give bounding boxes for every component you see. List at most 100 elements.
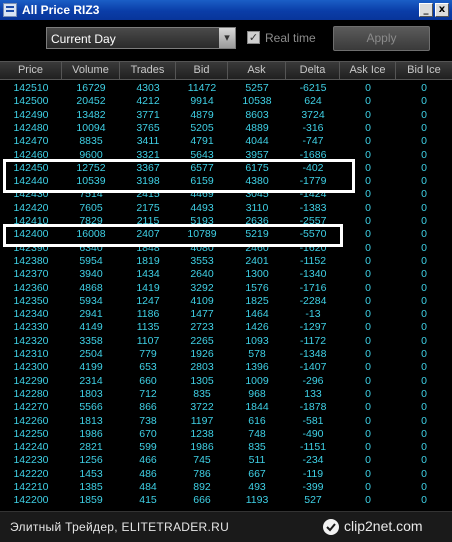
table-row[interactable]: 142250 1986 670 1238 748 -490 0 0 xyxy=(0,428,452,441)
cell-ask-ice: 0 xyxy=(365,268,371,281)
table-row[interactable]: 142280 1803 712 835 968 133 0 0 xyxy=(0,388,452,401)
table-row[interactable]: 142270 5566 866 3722 1844 -1878 0 0 xyxy=(0,401,452,414)
clip2net-logo-text: clip2net.com xyxy=(344,518,423,534)
cell-bid: 1986 xyxy=(190,441,214,454)
cell-bid-ice: 0 xyxy=(421,121,427,134)
cell-bid-ice: 0 xyxy=(421,334,427,347)
cell-trades: 1107 xyxy=(136,334,160,347)
table-row[interactable]: 142410 7829 2115 5193 2636 -2557 0 0 xyxy=(0,215,452,228)
table-row[interactable]: 142490 13482 3771 4879 8603 3724 0 0 xyxy=(0,109,452,122)
cell-ask: 511 xyxy=(248,454,266,467)
realtime-label: Real time xyxy=(265,31,316,45)
table-row[interactable]: 142220 1453 486 786 667 -119 0 0 xyxy=(0,468,452,481)
apply-button[interactable]: Apply xyxy=(333,26,430,51)
table-row[interactable]: 142500 20452 4212 9914 10538 624 0 0 xyxy=(0,95,452,108)
cell-delta: -1340 xyxy=(299,268,327,281)
cell-volume: 2314 xyxy=(79,374,103,387)
cell-price: 142280 xyxy=(13,387,49,400)
column-header-volume[interactable]: Volume xyxy=(62,62,120,79)
table-row[interactable]: 142400 16008 2407 10789 5219 -5570 0 0 xyxy=(0,228,452,241)
cell-delta: -1152 xyxy=(299,254,327,267)
table-row[interactable]: 142330 4149 1135 2723 1426 -1297 0 0 xyxy=(0,321,452,334)
cell-bid: 1926 xyxy=(190,348,214,360)
realtime-checkbox[interactable]: ✓ xyxy=(247,31,260,44)
cell-ask-ice: 0 xyxy=(365,441,371,454)
table-row[interactable]: 142480 10094 3765 5205 4889 -316 0 0 xyxy=(0,122,452,135)
table-row[interactable]: 142370 3940 1434 2640 1300 -1340 0 0 xyxy=(0,268,452,281)
cell-trades: 3411 xyxy=(136,135,160,148)
cell-delta: -234 xyxy=(302,454,324,467)
close-button[interactable]: x xyxy=(435,3,449,17)
table-row[interactable]: 142380 5954 1819 3553 2401 -1152 0 0 xyxy=(0,255,452,268)
table-row[interactable]: 142290 2314 660 1305 1009 -296 0 0 xyxy=(0,375,452,388)
footer-bar: Элитный Трейдер, ELITETRADER.RU clip2net… xyxy=(0,511,452,542)
cell-ask-ice: 0 xyxy=(365,215,371,227)
cell-delta: 3724 xyxy=(301,108,325,121)
column-header-bid[interactable]: Bid xyxy=(176,62,228,79)
cell-ask: 2401 xyxy=(245,254,269,267)
cell-ask: 5219 xyxy=(245,228,269,241)
cell-volume: 10539 xyxy=(76,175,106,188)
cell-trades: 712 xyxy=(139,387,157,400)
cell-ask-ice: 0 xyxy=(365,228,371,241)
table-row[interactable]: 142440 10539 3198 6159 4380 -1779 0 0 xyxy=(0,175,452,188)
cell-price: 142490 xyxy=(13,108,49,121)
column-header-trades[interactable]: Trades xyxy=(120,62,176,79)
table-row[interactable]: 142350 5934 1247 4109 1825 -2284 0 0 xyxy=(0,295,452,308)
table-row[interactable]: 142390 6340 1848 4080 2460 -1620 0 0 xyxy=(0,242,452,255)
cell-ask-ice: 0 xyxy=(365,95,371,108)
cell-bid: 5193 xyxy=(190,215,214,227)
cell-trades: 653 xyxy=(139,361,157,374)
cell-price: 142270 xyxy=(13,401,49,414)
table-row[interactable]: 142470 8835 3411 4791 4044 -747 0 0 xyxy=(0,135,452,148)
toolbar: Current Day ▾ ✓ Real time Apply xyxy=(0,20,452,60)
title-bar[interactable]: All Price RIZ3 _ x xyxy=(0,0,452,20)
cell-trades: 866 xyxy=(139,401,157,414)
cell-trades: 2115 xyxy=(136,215,160,227)
column-header-ask[interactable]: Ask xyxy=(228,62,286,79)
cell-ask: 3045 xyxy=(245,188,269,201)
cell-delta: -1383 xyxy=(299,201,327,214)
table-row[interactable]: 142320 3358 1107 2265 1093 -1172 0 0 xyxy=(0,335,452,348)
table-row[interactable]: 142460 9600 3321 5643 3957 -1686 0 0 xyxy=(0,149,452,162)
table-row[interactable]: 142260 1813 738 1197 616 -581 0 0 xyxy=(0,415,452,428)
cell-trades: 486 xyxy=(139,467,157,480)
minimize-button[interactable]: _ xyxy=(419,3,433,17)
cell-volume: 7829 xyxy=(79,215,103,227)
column-header-ask-ice[interactable]: Ask Ice xyxy=(340,62,396,79)
table-row[interactable]: 142420 7605 2175 4493 3110 -1383 0 0 xyxy=(0,202,452,215)
cell-bid-ice: 0 xyxy=(421,427,427,440)
cell-delta: -490 xyxy=(302,427,324,440)
cell-volume: 9600 xyxy=(79,148,103,161)
table-row[interactable]: 142450 12752 3367 6577 6175 -402 0 0 xyxy=(0,162,452,175)
column-header-delta[interactable]: Delta xyxy=(286,62,340,79)
cell-price: 142400 xyxy=(13,228,49,241)
cell-price: 142370 xyxy=(13,268,49,281)
column-header-bid-ice[interactable]: Bid Ice xyxy=(396,62,452,79)
chevron-down-icon[interactable]: ▾ xyxy=(219,28,235,48)
table-row[interactable]: 142360 4868 1419 3292 1576 -1716 0 0 xyxy=(0,282,452,295)
table-row[interactable]: 142210 1385 484 892 493 -399 0 0 xyxy=(0,481,452,494)
period-dropdown[interactable]: Current Day ▾ xyxy=(46,27,236,49)
column-header-price[interactable]: Price xyxy=(0,62,62,79)
table-row[interactable]: 142200 1859 415 666 1193 527 0 0 xyxy=(0,494,452,507)
cell-bid-ice: 0 xyxy=(421,414,427,427)
table-row[interactable]: 142510 16729 4303 11472 5257 -6215 0 0 xyxy=(0,82,452,95)
table-row[interactable]: 142430 7514 2415 4469 3045 -1424 0 0 xyxy=(0,188,452,201)
cell-volume: 6340 xyxy=(79,241,103,254)
cell-bid-ice: 0 xyxy=(421,148,427,161)
table-row[interactable]: 142340 2941 1186 1477 1464 -13 0 0 xyxy=(0,308,452,321)
cell-ask: 4889 xyxy=(245,121,269,134)
cell-ask-ice: 0 xyxy=(365,121,371,134)
cell-delta: -747 xyxy=(302,135,324,148)
cell-ask-ice: 0 xyxy=(365,481,371,493)
cell-ask-ice: 0 xyxy=(365,161,371,174)
cell-bid: 3292 xyxy=(190,281,214,294)
cell-ask-ice: 0 xyxy=(365,201,371,214)
table-row[interactable]: 142240 2821 599 1986 835 -1151 0 0 xyxy=(0,441,452,454)
cell-delta: 527 xyxy=(304,494,322,507)
table-row[interactable]: 142300 4199 653 2803 1396 -1407 0 0 xyxy=(0,361,452,374)
table-row[interactable]: 142230 1256 466 745 511 -234 0 0 xyxy=(0,454,452,467)
cell-bid-ice: 0 xyxy=(421,241,427,254)
table-row[interactable]: 142310 2504 779 1926 578 -1348 0 0 xyxy=(0,348,452,361)
